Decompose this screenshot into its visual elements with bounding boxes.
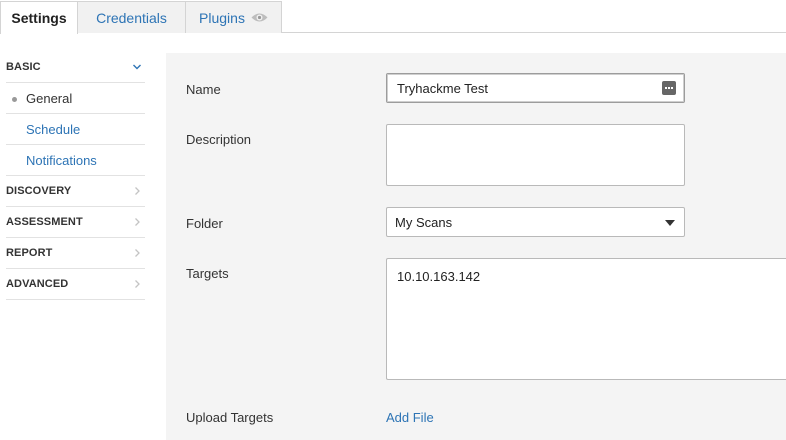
sidebar-item-notifications[interactable]: Notifications [6,145,145,176]
sidebar-item-label: Notifications [26,152,97,168]
sidebar-item-label: General [26,90,73,106]
name-label: Name [186,82,221,97]
tab-plugins-label: Plugins [199,9,245,26]
caret-down-icon [665,220,675,226]
sidebar-section-basic[interactable]: BASIC [6,52,145,83]
folder-label: Folder [186,216,223,231]
chevron-right-icon [135,280,140,288]
name-input-value: Tryhackme Test [397,81,489,96]
tab-credentials[interactable]: Credentials [77,1,186,33]
folder-select[interactable]: My Scans [386,207,685,237]
tab-plugins[interactable]: Plugins [185,1,282,33]
sidebar-section-advanced[interactable]: ADVANCED [6,269,145,300]
chevron-down-icon [133,64,141,70]
description-textarea[interactable] [386,124,685,186]
active-bullet-icon [12,97,17,102]
description-label: Description [186,132,252,147]
sidebar-section-label: ASSESSMENT [6,216,83,228]
chevron-right-icon [135,218,140,226]
sidebar-section-label: BASIC [6,61,41,73]
add-file-link[interactable]: Add File [386,410,434,425]
targets-textarea[interactable]: 10.10.163.142 [386,258,786,380]
tab-settings-label: Settings [11,10,67,26]
general-settings-form: Name Tryhackme Test Description Folder M… [166,53,786,440]
sidebar-item-label: Schedule [26,121,81,137]
upload-targets-label: Upload Targets [186,410,274,425]
sidebar-section-assessment[interactable]: ASSESSMENT [6,207,145,238]
folder-select-value: My Scans [395,215,453,230]
sidebar-section-report[interactable]: REPORT [6,238,145,269]
sidebar-section-label: ADVANCED [6,278,69,290]
tab-credentials-label: Credentials [96,9,167,26]
sidebar-section-label: DISCOVERY [6,185,72,197]
sidebar-section-discovery[interactable]: DISCOVERY [6,176,145,207]
name-input[interactable]: Tryhackme Test [386,73,685,103]
chevron-right-icon [135,249,140,257]
settings-sidebar: BASIC General Schedule Notifications DIS… [6,52,145,300]
tab-settings[interactable]: Settings [0,1,78,34]
sidebar-section-label: REPORT [6,247,53,259]
password-manager-icon[interactable] [662,81,676,95]
tab-bar: Settings Credentials Plugins [0,0,786,34]
eye-icon [251,10,268,26]
targets-label: Targets [186,266,229,281]
chevron-right-icon [135,187,140,195]
targets-value: 10.10.163.142 [397,269,481,284]
sidebar-item-general[interactable]: General [6,83,145,114]
sidebar-item-schedule[interactable]: Schedule [6,114,145,145]
